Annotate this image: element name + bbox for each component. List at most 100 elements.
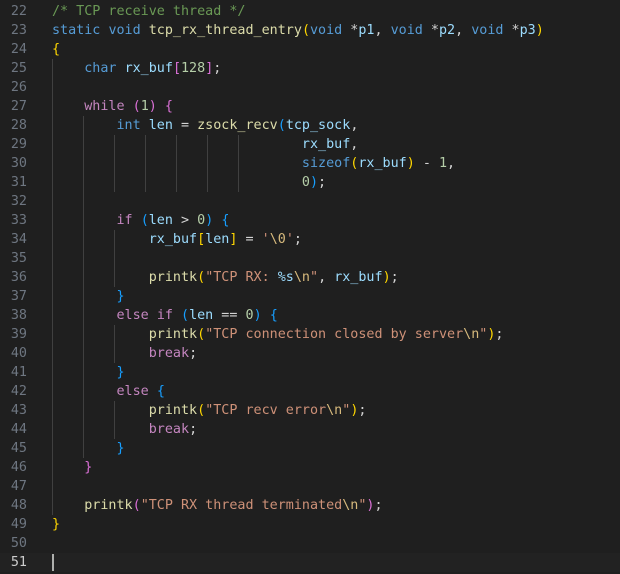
code-line[interactable]: 27 while (1) { — [0, 97, 620, 116]
code-text: } — [52, 439, 125, 458]
code-line[interactable]: 40 break; — [0, 344, 620, 363]
code-token: break — [148, 422, 190, 437]
code-text: while (1) { — [52, 97, 173, 116]
code-line[interactable]: 30 sizeof(rx_buf) - 1, — [0, 154, 620, 173]
code-token: "TCP connection closed by server — [205, 327, 464, 342]
code-line[interactable]: 49} — [0, 515, 620, 534]
code-token: tcp_rx_thread_entry — [148, 23, 302, 38]
code-token: ( — [140, 213, 149, 228]
code-token: p1 — [358, 23, 375, 38]
code-line[interactable]: 44 break; — [0, 420, 620, 439]
code-token: , — [350, 137, 359, 152]
code-token: zsock_recv — [197, 118, 278, 133]
code-text: rx_buf[len] = '\0'; — [52, 230, 302, 249]
code-token: ' — [285, 232, 294, 247]
code-token: "TCP RX: — [205, 270, 278, 285]
code-token: ( — [132, 99, 141, 114]
code-token: ; — [358, 403, 367, 418]
code-line[interactable]: 47 — [0, 477, 620, 496]
indent-guide — [83, 249, 84, 268]
code-line[interactable]: 32 — [0, 192, 620, 211]
code-token: ( — [301, 23, 310, 38]
line-number: 49 — [10, 517, 27, 532]
code-text: } — [52, 287, 125, 306]
code-line[interactable]: 48 printk("TCP RX thread terminated\n"); — [0, 496, 620, 515]
line-number: 22 — [10, 4, 27, 19]
code-token: " — [310, 270, 319, 285]
code-token: = — [237, 232, 262, 247]
code-text: else if (len == 0) { — [52, 306, 278, 325]
code-token: 1 — [140, 99, 149, 114]
code-line[interactable]: 35 — [0, 249, 620, 268]
code-line[interactable]: 34 rx_buf[len] = '\0'; — [0, 230, 620, 249]
code-line[interactable]: 42 else { — [0, 382, 620, 401]
code-line[interactable]: 28 int len = zsock_recv(tcp_sock, — [0, 116, 620, 135]
code-line[interactable]: 37 } — [0, 287, 620, 306]
code-line[interactable]: 23 static void tcp_rx_thread_entry(void *… — [0, 21, 620, 40]
code-token: * — [503, 23, 520, 38]
code-line[interactable]: 22 /* TCP receive thread */ — [0, 2, 620, 21]
code-token: 128 — [181, 61, 206, 76]
code-line[interactable]: 51 — [0, 553, 620, 572]
code-line[interactable]: 26 — [0, 78, 620, 97]
code-token: rx_buf — [358, 156, 407, 171]
code-line[interactable]: 24 { — [0, 40, 620, 59]
code-token: } — [116, 441, 125, 456]
code-token: ) — [406, 156, 415, 171]
indent-guide — [83, 192, 84, 211]
code-text: /* TCP receive thread */ — [52, 2, 245, 21]
code-token: ( — [277, 118, 286, 133]
code-token: if — [116, 213, 133, 228]
code-token: [ — [172, 61, 181, 76]
code-token: \n — [463, 327, 480, 342]
code-token: ( — [197, 403, 206, 418]
code-line[interactable]: 43 printk("TCP recv error\n"); — [0, 401, 620, 420]
code-text: char rx_buf[128]; — [52, 59, 221, 78]
code-line[interactable]: 45 } — [0, 439, 620, 458]
code-token: void — [471, 23, 504, 38]
code-token: \n — [342, 498, 359, 513]
code-line[interactable]: 39 printk("TCP connection closed by serv… — [0, 325, 620, 344]
code-token: p3 — [519, 23, 536, 38]
code-token: { — [269, 308, 278, 323]
code-token: \n — [293, 270, 310, 285]
code-token: ( — [197, 327, 206, 342]
code-token: - — [414, 156, 439, 171]
code-line[interactable]: 38 else if (len == 0) { — [0, 306, 620, 325]
code-token: "TCP recv error — [205, 403, 327, 418]
code-token: [ — [197, 232, 206, 247]
text-cursor — [52, 554, 54, 571]
code-text: else { — [52, 382, 165, 401]
code-line[interactable]: 25 char rx_buf[128]; — [0, 59, 620, 78]
code-line[interactable]: 31 0); — [0, 173, 620, 192]
code-token: rx_buf — [334, 270, 383, 285]
line-number: 37 — [10, 289, 27, 304]
code-line[interactable]: 41 } — [0, 363, 620, 382]
line-number: 51 — [10, 555, 27, 570]
code-token: void — [310, 23, 343, 38]
code-line[interactable]: 29 rx_buf, — [0, 135, 620, 154]
code-line[interactable]: 46 } — [0, 458, 620, 477]
code-editor[interactable]: 22 /* TCP receive thread */ 23 static void … — [0, 0, 620, 574]
code-token: len — [189, 308, 214, 323]
code-token: == — [213, 308, 246, 323]
code-token: else — [116, 384, 149, 399]
code-token: } — [116, 289, 125, 304]
code-token: 0 — [245, 308, 254, 323]
code-line[interactable]: 36 printk("TCP RX: %s\n", rx_buf); — [0, 268, 620, 287]
line-number: 27 — [10, 99, 27, 114]
code-line[interactable]: 33 if (len > 0) { — [0, 211, 620, 230]
code-token: %s — [277, 270, 294, 285]
code-line[interactable]: 50 — [0, 534, 620, 553]
code-token: printk — [148, 327, 198, 342]
code-token: static — [52, 23, 101, 38]
